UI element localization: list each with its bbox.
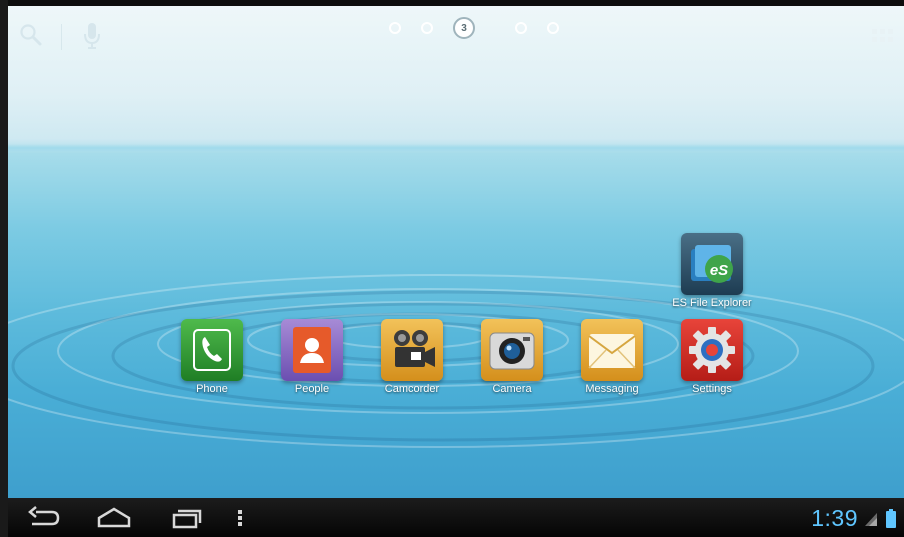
page-dot-2[interactable] — [421, 22, 433, 34]
back-icon[interactable] — [26, 504, 62, 532]
phone-icon — [181, 319, 243, 381]
camera-label: Camera — [492, 383, 532, 395]
search-divider — [61, 24, 62, 50]
battery-icon — [886, 509, 896, 528]
page-indicator: 3 — [389, 16, 579, 40]
es-file-explorer-label: ES File Explorer — [672, 297, 752, 309]
app-settings[interactable]: Settings — [672, 319, 752, 395]
screen-bezel — [0, 0, 8, 537]
app-messaging[interactable]: Messaging — [572, 319, 652, 395]
svg-text:eS: eS — [710, 262, 728, 279]
phone-label: Phone — [196, 383, 228, 395]
search-icon[interactable] — [18, 22, 44, 48]
settings-label: Settings — [692, 383, 732, 395]
page-dot-5[interactable] — [547, 22, 559, 34]
mic-icon[interactable] — [82, 21, 102, 51]
es-file-explorer-icon: eS — [681, 233, 743, 295]
navigation-bar: 1:39 — [8, 498, 904, 537]
wallpaper-ripples — [8, 274, 904, 448]
apps-grid-icon[interactable] — [870, 26, 896, 48]
recents-icon[interactable] — [168, 504, 204, 532]
page-dot-current[interactable]: 3 — [453, 17, 475, 39]
camera-icon — [481, 319, 543, 381]
signal-icon — [864, 511, 878, 527]
people-icon — [281, 319, 343, 381]
messaging-icon — [581, 319, 643, 381]
app-people[interactable]: People — [272, 319, 352, 395]
app-phone[interactable]: Phone — [172, 319, 252, 395]
people-label: People — [294, 383, 330, 395]
menu-icon[interactable] — [234, 504, 246, 532]
app-es-file-explorer[interactable]: eS ES File Explorer — [672, 233, 752, 309]
wallpaper — [8, 6, 904, 498]
app-camcorder[interactable]: Camcorder — [372, 319, 452, 395]
page-dot-1[interactable] — [389, 22, 401, 34]
camcorder-label: Camcorder — [384, 383, 440, 395]
camcorder-icon — [381, 319, 443, 381]
app-camera[interactable]: Camera — [472, 319, 552, 395]
home-icon[interactable] — [94, 504, 134, 532]
messaging-label: Messaging — [585, 383, 639, 395]
settings-icon — [681, 319, 743, 381]
status-clock[interactable]: 1:39 — [811, 505, 858, 532]
page-dot-4[interactable] — [515, 22, 527, 34]
